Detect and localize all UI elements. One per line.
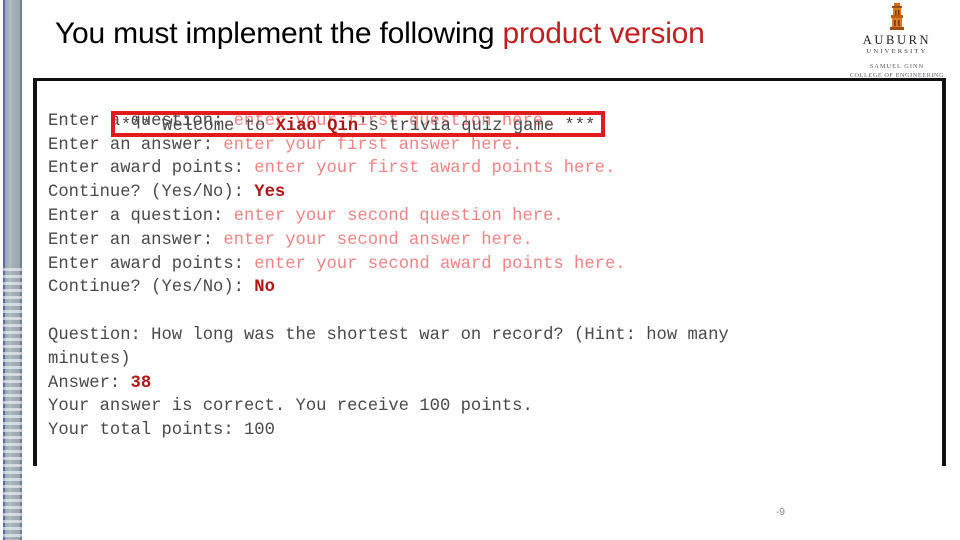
terminal-line-list: Enter a question: enter your first quest… (48, 110, 938, 443)
terminal-user-input-value: enter your second award points here. (254, 254, 626, 274)
terminal-prompt-text: Continue? (Yes/No): (48, 278, 255, 298)
welcome-suffix: 's trivia quiz game *** (358, 116, 596, 136)
terminal-prompt-text: Enter award points: (48, 254, 255, 274)
page-title-accent: product version (502, 17, 705, 50)
terminal-prompt-text: Your answer is correct. You receive 100 … (48, 397, 533, 417)
terminal-prompt-text: minutes) (48, 349, 131, 369)
logo-university-subtitle: UNIVERSITY (866, 48, 928, 55)
slide-left-decoration-hatch (0, 268, 24, 540)
terminal-prompt-text: Your total points: 100 (48, 421, 275, 441)
terminal-user-input-value: enter your second question here. (233, 206, 564, 226)
terminal-output-frame: *** Welcome to Xiao Qin's trivia quiz ga… (33, 78, 946, 466)
terminal-line: Your answer is correct. You receive 100 … (48, 395, 938, 419)
terminal-line: minutes) (48, 348, 938, 372)
welcome-prefix: *** Welcome to (120, 116, 276, 136)
terminal-line: Answer: 38 (48, 372, 938, 396)
page-title: You must implement the following product… (55, 16, 705, 52)
slide-left-decoration (0, 0, 24, 540)
terminal-prompt-text: Enter an answer: (48, 230, 224, 250)
terminal-answer-value: No (254, 278, 275, 298)
auburn-tower-icon (890, 3, 904, 30)
page-title-plain: You must implement the following (55, 17, 503, 50)
terminal-prompt-text: Enter a question: (48, 206, 234, 226)
terminal-line: Enter award points: enter your second aw… (48, 253, 938, 277)
terminal-line: Continue? (Yes/No): Yes (48, 181, 938, 205)
terminal-line: Enter a question: enter your second ques… (48, 205, 938, 229)
terminal-answer-value: Yes (254, 183, 286, 203)
terminal-welcome-row: *** Welcome to Xiao Qin's trivia quiz ga… (48, 86, 938, 137)
terminal-line: Question: How long was the shortest war … (48, 324, 938, 348)
terminal-prompt-text: Enter award points: (48, 159, 255, 179)
terminal-user-input-value: enter your second answer here. (223, 230, 533, 250)
terminal-answer-value: 38 (130, 373, 152, 393)
terminal-prompt-text: Answer: (48, 373, 131, 393)
logo-college-line-1: SAMUEL GINN (869, 63, 925, 70)
terminal-prompt-text: Continue? (Yes/No): (48, 183, 255, 203)
slide-page-number: -9 (776, 507, 785, 518)
terminal-line: Enter award points: enter your first awa… (48, 157, 938, 181)
terminal-line: Enter an answer: enter your second answe… (48, 229, 938, 253)
logo-auburn-wordmark: AUBURN (862, 33, 932, 47)
terminal-user-input-value: enter your first award points here. (254, 159, 616, 179)
terminal-line: Continue? (Yes/No): No (48, 276, 938, 300)
terminal-prompt-text: Question: How long was the shortest war … (48, 325, 729, 345)
terminal-output-body: *** Welcome to Xiao Qin's trivia quiz ga… (41, 84, 938, 466)
welcome-banner-highlight: *** Welcome to Xiao Qin's trivia quiz ga… (110, 110, 606, 137)
terminal-line: Your total points: 100 (48, 419, 938, 443)
auburn-university-logo: AUBURN UNIVERSITY SAMUEL GINN COLLEGE OF… (838, 2, 956, 80)
welcome-username: Xiao Qin (275, 116, 359, 136)
